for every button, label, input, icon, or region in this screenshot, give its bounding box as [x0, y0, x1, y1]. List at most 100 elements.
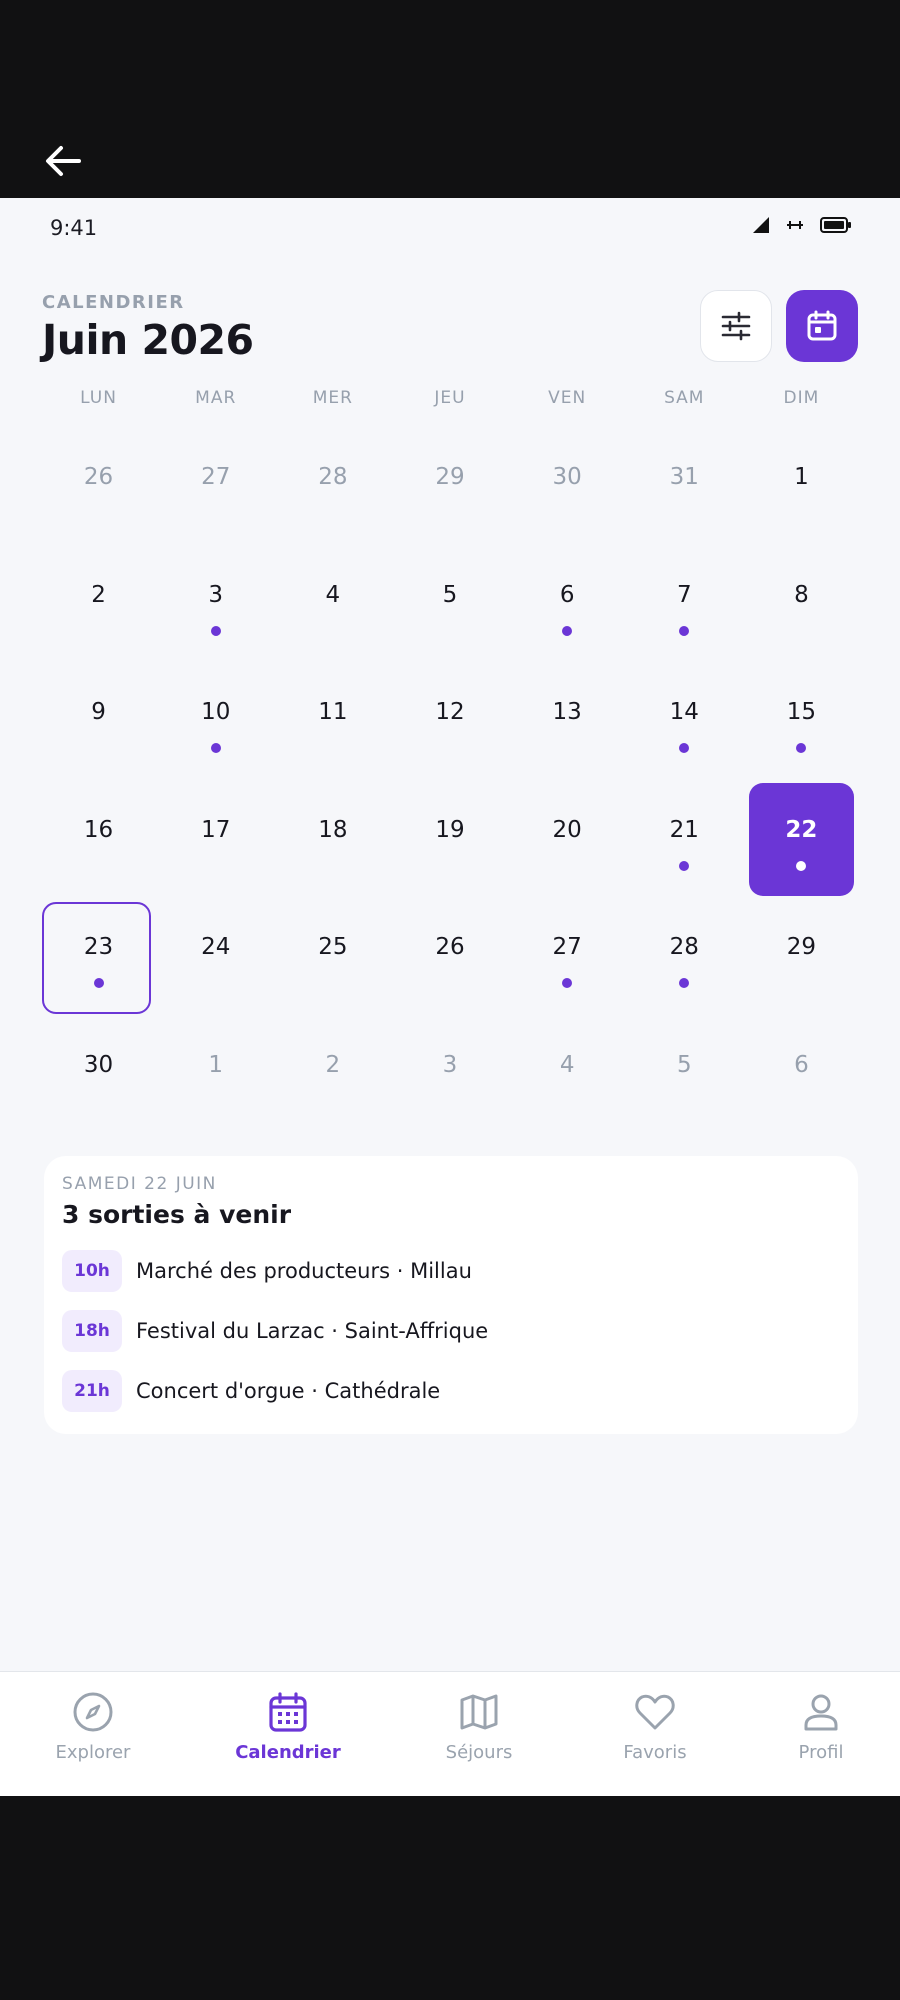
event-dot: [210, 743, 221, 754]
weekday-label: DIM: [783, 388, 820, 408]
nav-calendrier[interactable]: Calendrier: [218, 1688, 358, 1763]
day-cell[interactable]: 5: [391, 546, 508, 664]
day-number: 11: [318, 699, 348, 726]
day-cell[interactable]: 24: [157, 898, 274, 1016]
day-cell[interactable]: 18: [274, 781, 391, 899]
day-cell[interactable]: 2: [274, 1016, 391, 1134]
day-cell[interactable]: 26: [391, 898, 508, 1016]
day-cell[interactable]: 31: [626, 428, 743, 546]
day-number: 29: [435, 464, 465, 490]
day-cell[interactable]: 19: [391, 781, 508, 899]
day-cell[interactable]: 13: [509, 663, 626, 781]
day-cell[interactable]: 30: [40, 1016, 157, 1134]
event-item[interactable]: 21h Concert d'orgue · Cathédrale: [62, 1370, 440, 1412]
day-number: 16: [83, 816, 114, 843]
day-cell[interactable]: 10: [157, 663, 274, 781]
day-cell[interactable]: 27: [509, 898, 626, 1016]
day-cell[interactable]: 9: [40, 663, 157, 781]
day-cell[interactable]: 29: [391, 428, 508, 546]
day-cell[interactable]: 8: [743, 546, 860, 664]
nav-sejours[interactable]: Séjours: [409, 1688, 549, 1763]
day-number: 27: [552, 934, 582, 961]
day-number: 4: [559, 1051, 575, 1078]
events-card: SAMEDI 22 JUIN 3 sorties à venir 10h Mar…: [44, 1156, 858, 1434]
day-number: 25: [318, 934, 348, 961]
event-item[interactable]: 18h Festival du Larzac · Saint-Affrique: [62, 1310, 488, 1352]
day-cell[interactable]: 4: [509, 1016, 626, 1134]
event-dot: [210, 625, 221, 636]
day-cell[interactable]: 30: [509, 428, 626, 546]
day-number: 21: [669, 816, 699, 843]
filter-button[interactable]: [700, 290, 772, 362]
day-cell[interactable]: 3: [157, 546, 274, 664]
day-cell[interactable]: 7: [626, 546, 743, 664]
day-cell[interactable]: 1: [743, 428, 860, 546]
day-number: 12: [435, 699, 465, 726]
day-cell[interactable]: 11: [274, 663, 391, 781]
day-cell[interactable]: 3: [391, 1016, 508, 1134]
bottom-nav: Explorer Calendrier Séjours Favoris Prof…: [0, 1671, 900, 1796]
status-time: 9:41: [50, 216, 98, 240]
month-title: Juin 2026: [42, 316, 254, 364]
event-item[interactable]: 10h Marché des producteurs · Millau: [62, 1250, 472, 1292]
back-button[interactable]: [40, 138, 86, 184]
data-icon: [787, 221, 803, 229]
nav-label: Séjours: [445, 1742, 513, 1763]
compass-icon: [73, 1692, 113, 1732]
weekday-label: MER: [312, 388, 353, 408]
day-cell[interactable]: 28: [626, 898, 743, 1016]
calendar-icon: [269, 1692, 307, 1732]
weekday-label: MAR: [195, 388, 237, 408]
day-number: 29: [786, 934, 817, 961]
day-cell-today[interactable]: 23: [40, 898, 157, 1016]
event-time: 10h: [62, 1250, 122, 1292]
day-cell[interactable]: 25: [274, 898, 391, 1016]
day-cell[interactable]: 21: [626, 781, 743, 899]
event-dot: [679, 978, 690, 989]
bottom-bezel: [0, 1796, 900, 2000]
calendar-view-button[interactable]: [786, 290, 858, 362]
day-number: 3: [442, 1051, 458, 1078]
day-cell[interactable]: 1: [157, 1016, 274, 1134]
nav-favoris[interactable]: Favoris: [585, 1688, 725, 1763]
nav-label: Explorer: [55, 1742, 131, 1763]
day-number: 5: [442, 581, 458, 608]
event-dot: [679, 743, 690, 754]
battery-icon: [820, 217, 851, 233]
day-cell[interactable]: 6: [743, 1016, 860, 1134]
day-number: 6: [794, 1051, 809, 1078]
day-cell[interactable]: 27: [157, 428, 274, 546]
nav-label: Profil: [798, 1742, 844, 1763]
day-cell[interactable]: 12: [391, 663, 508, 781]
event-title: Festival du Larzac · Saint-Affrique: [136, 1319, 489, 1343]
day-cell[interactable]: 16: [40, 781, 157, 899]
event-dot: [796, 743, 807, 754]
day-number: 4: [325, 581, 341, 608]
day-cell[interactable]: 14: [626, 663, 743, 781]
day-cell[interactable]: 5: [626, 1016, 743, 1134]
app-screen: 9:41 CALENDRIER Juin 2026 LUN MAR MER JE…: [0, 198, 900, 1796]
nav-explorer[interactable]: Explorer: [23, 1688, 163, 1763]
heart-icon: [635, 1694, 675, 1730]
day-cell[interactable]: 17: [157, 781, 274, 899]
event-dot: [679, 860, 690, 871]
day-cell[interactable]: 4: [274, 546, 391, 664]
day-number: 10: [201, 699, 231, 726]
day-cell[interactable]: 20: [509, 781, 626, 899]
nav-profil[interactable]: Profil: [751, 1688, 891, 1763]
weekday-label: LUN: [80, 388, 117, 408]
calendar-icon: [807, 310, 837, 341]
map-icon: [460, 1694, 498, 1730]
day-number: 31: [669, 464, 699, 490]
day-cell[interactable]: 6: [509, 546, 626, 664]
day-number: 15: [786, 699, 817, 726]
day-cell-selected[interactable]: 22: [743, 781, 860, 899]
day-cell[interactable]: 29: [743, 898, 860, 1016]
top-bar: [0, 0, 900, 198]
event-dot: [93, 978, 104, 989]
day-cell[interactable]: 28: [274, 428, 391, 546]
day-number: 5: [676, 1051, 692, 1078]
day-cell[interactable]: 26: [40, 428, 157, 546]
day-cell[interactable]: 15: [743, 663, 860, 781]
day-cell[interactable]: 2: [40, 546, 157, 664]
